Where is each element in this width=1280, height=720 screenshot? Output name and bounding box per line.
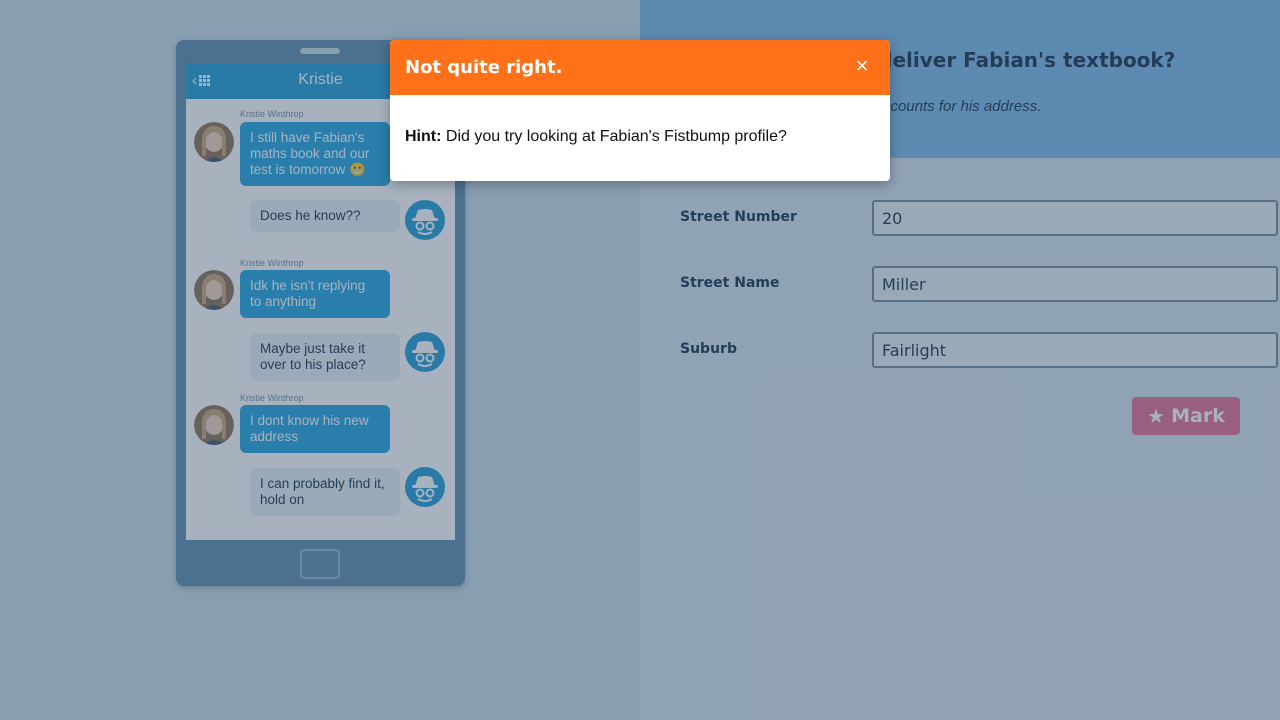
hint-text: Did you try looking at Fabian's Fistbump… — [445, 128, 787, 145]
hint-modal: Not quite right. × Hint: Did you try loo… — [390, 40, 890, 181]
close-icon[interactable]: × — [852, 55, 872, 77]
modal-header: Not quite right. × — [390, 40, 890, 95]
modal-body: Hint: Did you try looking at Fabian's Fi… — [390, 95, 890, 146]
modal-title: Not quite right. — [405, 57, 563, 78]
hint-label: Hint: — [405, 128, 442, 145]
